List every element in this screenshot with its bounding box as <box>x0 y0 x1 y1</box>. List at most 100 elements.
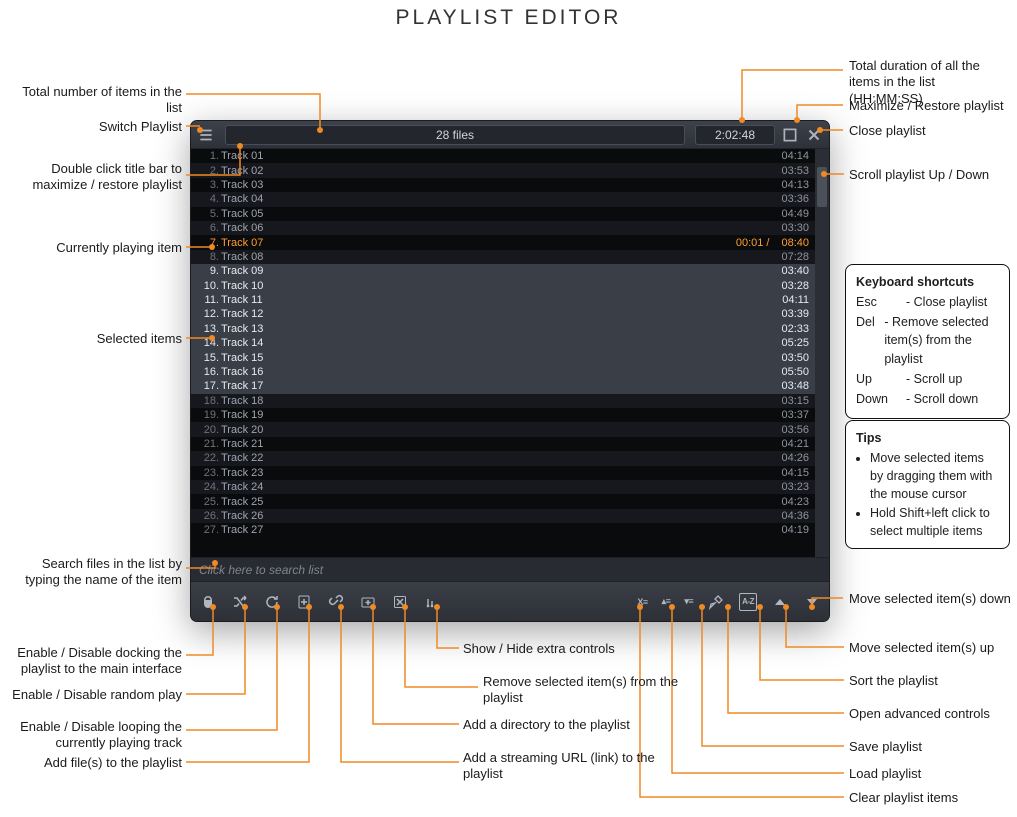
track-duration: 03:56 <box>775 424 809 436</box>
list-item[interactable]: 10.Track 1003:28 <box>191 279 815 293</box>
save-playlist-button[interactable]: ▾≡ <box>684 593 693 611</box>
track-number: 9. <box>197 265 219 277</box>
track-number: 6. <box>197 222 219 234</box>
list-item[interactable]: 3.Track 0304:13 <box>191 178 815 192</box>
shortcut-key: Up <box>856 370 898 388</box>
track-name: Track 14 <box>221 337 775 349</box>
close-button[interactable] <box>805 126 823 144</box>
callout-add-file: Add file(s) to the playlist <box>6 755 182 771</box>
loop-toggle-button[interactable] <box>263 593 281 611</box>
switch-playlist-button[interactable] <box>197 126 215 144</box>
list-item[interactable]: 24.Track 2403:23 <box>191 480 815 494</box>
advanced-controls-button[interactable] <box>707 593 725 611</box>
list-item[interactable]: 15.Track 1503:50 <box>191 350 815 364</box>
track-duration: 04:13 <box>775 179 809 191</box>
track-number: 11. <box>197 294 219 306</box>
callout-sort: Sort the playlist <box>849 673 1011 689</box>
list-item[interactable]: 19.Track 1903:37 <box>191 408 815 422</box>
track-name: Track 02 <box>221 165 775 177</box>
list-item[interactable]: 9.Track 0903:40 <box>191 264 815 278</box>
track-duration: 04:11 <box>776 294 809 306</box>
track-duration: 05:25 <box>775 337 809 349</box>
track-name: Track 16 <box>221 366 775 378</box>
callout-clear: Clear playlist items <box>849 790 1011 806</box>
track-name: Track 09 <box>221 265 775 277</box>
track-duration: 04:21 <box>775 438 809 450</box>
list-item[interactable]: 20.Track 2003:56 <box>191 422 815 436</box>
list-item[interactable]: 4.Track 0403:36 <box>191 192 815 206</box>
callout-selected: Selected items <box>10 331 182 347</box>
list-item[interactable]: 13.Track 1302:33 <box>191 322 815 336</box>
list-item[interactable]: 11.Track 1104:11 <box>191 293 815 307</box>
scrollbar[interactable] <box>815 149 829 557</box>
list-item[interactable]: 23.Track 2304:15 <box>191 466 815 480</box>
title-bar[interactable]: 28 files 2:02:48 <box>191 121 829 149</box>
list-item[interactable]: 7.Track 0700:01 /08:40 <box>191 235 815 249</box>
maximize-button[interactable] <box>781 126 799 144</box>
list-item[interactable]: 8.Track 0807:28 <box>191 250 815 264</box>
list-item[interactable]: 27.Track 2704:19 <box>191 523 815 537</box>
callout-search: Search files in the list by typing the n… <box>10 556 182 589</box>
add-url-button[interactable] <box>327 593 345 611</box>
move-up-button[interactable] <box>771 593 789 611</box>
tips-box: Tips Move selected items by dragging the… <box>845 420 1010 549</box>
file-count-label: 28 files <box>225 125 685 145</box>
list-item[interactable]: 12.Track 1203:39 <box>191 307 815 321</box>
callout-dock: Enable / Disable docking the playlist to… <box>6 645 182 678</box>
track-number: 24. <box>197 481 219 493</box>
track-duration: 03:53 <box>775 165 809 177</box>
list-item[interactable]: 18.Track 1803:15 <box>191 394 815 408</box>
track-duration: 04:15 <box>775 467 809 479</box>
track-name: Track 19 <box>221 409 775 421</box>
load-playlist-button[interactable]: ▴≡ <box>662 593 671 611</box>
track-number: 2. <box>197 165 219 177</box>
track-name: Track 20 <box>221 424 775 436</box>
add-directory-button[interactable] <box>359 593 377 611</box>
tip-item: Hold Shift+left click to select multiple… <box>870 504 999 540</box>
list-item[interactable]: 25.Track 2504:23 <box>191 494 815 508</box>
dock-toggle-button[interactable] <box>199 593 217 611</box>
track-progress: 00:01 / <box>736 237 776 249</box>
track-duration: 05:50 <box>775 366 809 378</box>
list-item[interactable]: 26.Track 2604:36 <box>191 509 815 523</box>
scrollbar-thumb[interactable] <box>817 167 827 207</box>
track-number: 7. <box>197 237 219 249</box>
search-input[interactable] <box>199 563 821 577</box>
track-number: 15. <box>197 352 219 364</box>
list-item[interactable]: 1.Track 0104:14 <box>191 149 815 163</box>
sort-playlist-button[interactable]: A-Z <box>739 593 757 611</box>
callout-playing: Currently playing item <box>10 240 182 256</box>
track-duration: 07:28 <box>775 251 809 263</box>
track-duration: 04:19 <box>775 524 809 536</box>
add-file-button[interactable] <box>295 593 313 611</box>
move-down-button[interactable] <box>803 593 821 611</box>
callout-dbl-title: Double click title bar to maximize / res… <box>10 161 182 194</box>
track-duration: 03:50 <box>775 352 809 364</box>
track-list[interactable]: 1.Track 0104:142.Track 0203:533.Track 03… <box>191 149 815 557</box>
track-duration: 03:23 <box>775 481 809 493</box>
list-item[interactable]: 22.Track 2204:26 <box>191 451 815 465</box>
list-item[interactable]: 2.Track 0203:53 <box>191 163 815 177</box>
track-duration: 03:36 <box>775 193 809 205</box>
list-item[interactable]: 21.Track 2104:21 <box>191 437 815 451</box>
track-number: 26. <box>197 510 219 522</box>
list-item[interactable]: 6.Track 0603:30 <box>191 221 815 235</box>
toggle-extra-controls-button[interactable] <box>423 593 441 611</box>
track-name: Track 15 <box>221 352 775 364</box>
list-item[interactable]: 5.Track 0504:49 <box>191 207 815 221</box>
list-item[interactable]: 17.Track 1703:48 <box>191 379 815 393</box>
track-name: Track 04 <box>221 193 775 205</box>
tip-item: Move selected items by dragging them wit… <box>870 449 999 503</box>
callout-close: Close playlist <box>849 123 1011 139</box>
remove-selected-button[interactable] <box>391 593 409 611</box>
track-name: Track 17 <box>221 380 775 392</box>
track-number: 17. <box>197 380 219 392</box>
clear-playlist-button[interactable]: X≡ <box>637 593 647 611</box>
shuffle-toggle-button[interactable] <box>231 593 249 611</box>
track-number: 8. <box>197 251 219 263</box>
list-item[interactable]: 16.Track 1605:50 <box>191 365 815 379</box>
track-duration: 02:33 <box>775 323 809 335</box>
track-name: Track 06 <box>221 222 775 234</box>
list-item[interactable]: 14.Track 1405:25 <box>191 336 815 350</box>
track-number: 5. <box>197 208 219 220</box>
